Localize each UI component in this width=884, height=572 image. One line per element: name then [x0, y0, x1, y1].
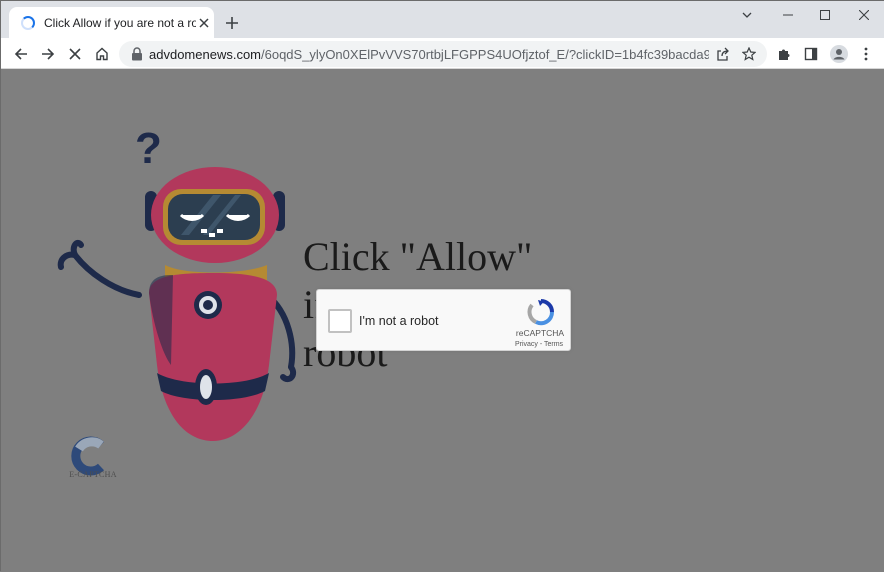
puzzle-icon[interactable] [774, 44, 794, 64]
chevron-down-icon[interactable] [736, 6, 758, 24]
recaptcha-logo-icon [527, 299, 555, 326]
more-vert-icon[interactable] [856, 44, 876, 64]
address-bar[interactable]: advdomenews.com/6oqdS_ylyOn0XElPvVVS70rt… [119, 41, 767, 67]
home-icon[interactable] [92, 44, 112, 64]
url-host: advdomenews.com [149, 47, 261, 62]
recaptcha-checkbox[interactable] [328, 309, 352, 333]
url-text[interactable]: advdomenews.com/6oqdS_ylyOn0XElPvVVS70rt… [149, 47, 709, 62]
close-icon[interactable] [196, 15, 212, 31]
minimize-icon[interactable] [777, 6, 799, 24]
recaptcha-widget: I'm not a robot reCAPTCHA Privacy - Term… [316, 289, 571, 351]
close-window-icon[interactable] [853, 6, 875, 24]
browser-toolbar: advdomenews.com/6oqdS_ylyOn0XElPvVVS70rt… [1, 38, 884, 69]
tab-active[interactable]: Click Allow if you are not a robot [9, 7, 214, 38]
recaptcha-privacy-link[interactable]: Privacy [515, 341, 538, 348]
plus-icon[interactable] [223, 14, 241, 32]
star-icon[interactable] [739, 44, 759, 64]
tab-title: Click Allow if you are not a robot [44, 15, 196, 30]
recaptcha-brand: reCAPTCHA [515, 328, 565, 338]
robot-illustration: ? [57, 125, 297, 441]
share-icon[interactable] [713, 44, 733, 64]
browser-window: Click Allow if you are not a robot [0, 0, 884, 572]
forward-arrow-icon[interactable] [38, 44, 58, 64]
ecaptcha-label: E-CAPTCHA [69, 470, 117, 479]
maximize-icon[interactable] [814, 6, 836, 24]
loading-spinner-icon [21, 15, 35, 30]
recaptcha-links: Privacy - Terms [509, 341, 569, 348]
tab-strip: Click Allow if you are not a robot [1, 1, 884, 38]
page-content: ? Click "Allow" robot E-CAPTCHA I'm not … [1, 69, 884, 572]
ecaptcha-logo-icon [71, 436, 105, 476]
lock-icon[interactable] [131, 47, 143, 61]
profile-icon[interactable] [829, 44, 849, 64]
url-path: /6oqdS_ylyOn0XElPvVVS70rtbjLFGPPS4UOfjzt… [261, 47, 709, 62]
recaptcha-terms-link[interactable]: Terms [544, 341, 563, 348]
recaptcha-label: I'm not a robot [359, 314, 439, 328]
side-panel-icon[interactable] [801, 44, 821, 64]
back-arrow-icon[interactable] [11, 44, 31, 64]
svg-text:?: ? [135, 125, 162, 173]
stop-icon[interactable] [65, 44, 85, 64]
